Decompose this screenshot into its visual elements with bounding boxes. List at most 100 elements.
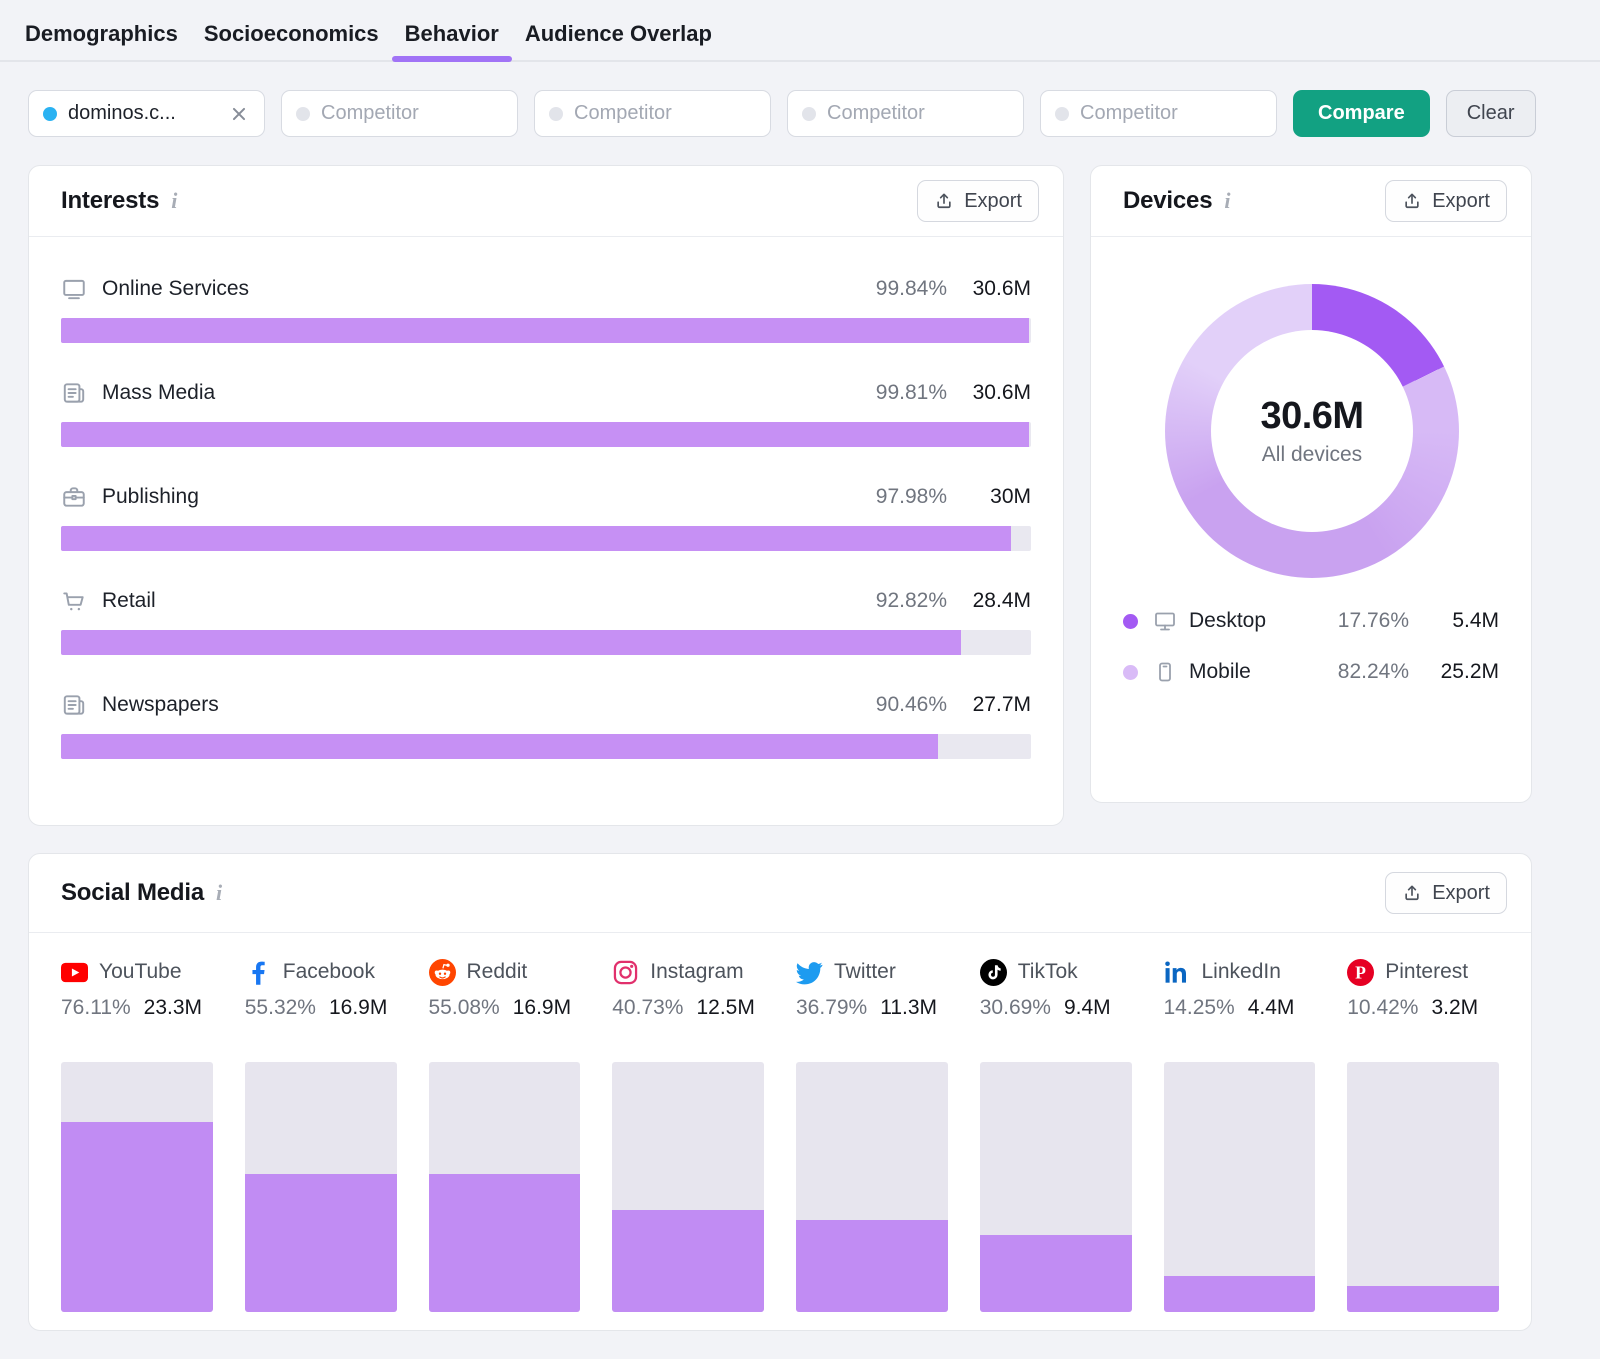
social-name: Twitter <box>834 960 896 983</box>
social-name: Reddit <box>466 960 528 983</box>
competitor-placeholder: Competitor <box>574 102 672 124</box>
interest-percent: 97.98% <box>875 485 947 508</box>
facebook-icon <box>245 959 272 986</box>
interest-label: Publishing <box>102 485 199 508</box>
competitor-dot <box>296 106 310 121</box>
social-name: Instagram <box>650 960 744 983</box>
social-bar <box>612 1062 764 1312</box>
social-column-linkedin: LinkedIn 14.25% 4.4M <box>1163 957 1316 1312</box>
social-value: 16.9M <box>328 996 388 1019</box>
tab-demographics[interactable]: Demographics <box>25 8 178 60</box>
devices-title: Devices <box>1123 187 1213 214</box>
interest-bar <box>61 734 1031 759</box>
devices-header: Devices i Export <box>1091 166 1531 237</box>
competitor-placeholder: Competitor <box>827 102 925 124</box>
compare-button[interactable]: Compare <box>1293 90 1430 137</box>
info-icon[interactable]: i <box>1224 188 1230 214</box>
social-column-facebook: Facebook 55.32% 16.9M <box>244 957 397 1312</box>
tab-audience-overlap[interactable]: Audience Overlap <box>525 8 712 60</box>
social-value: 23.3M <box>143 996 203 1019</box>
interest-label: Mass Media <box>102 381 216 404</box>
interest-row: Newspapers 90.46% 27.7M <box>61 691 1031 759</box>
social-name: Facebook <box>282 960 375 983</box>
social-bar <box>979 1062 1132 1312</box>
info-icon[interactable]: i <box>216 880 222 906</box>
social-value: 11.3M <box>880 996 938 1019</box>
main-domain-label: dominos.c... <box>68 102 176 124</box>
interest-percent: 99.84% <box>875 277 947 300</box>
social-name: Pinterest <box>1385 960 1469 983</box>
interest-row: Mass Media 99.81% 30.6M <box>61 379 1031 447</box>
competitor-chip-3[interactable]: Competitor <box>787 90 1024 137</box>
monitor-icon <box>61 276 87 302</box>
interest-bar <box>61 318 1031 343</box>
social-name: LinkedIn <box>1201 960 1281 983</box>
devices-legend: Desktop 17.76% 5.4M Mobile 82.24% 25.2M <box>1123 604 1499 706</box>
svg-text:P: P <box>1355 962 1366 982</box>
social-column-tiktok: TikTok 30.69% 9.4M <box>979 957 1132 1312</box>
social-media-card: Social Media i Export YouTube 76.11% 23.3M… <box>28 853 1532 1331</box>
social-percent: 36.79% <box>796 996 868 1019</box>
upload-icon <box>1402 191 1422 211</box>
tab-socioeconomics[interactable]: Socioeconomics <box>204 8 379 60</box>
export-button[interactable]: Export <box>1385 180 1507 222</box>
devices-card: Devices i Export 30.6M All devices Deskt… <box>1090 165 1532 803</box>
competitor-dot <box>549 106 563 121</box>
filter-bar: dominos.c... Competitor Competitor Competi… <box>28 90 1536 137</box>
pinterest-icon: P <box>1347 958 1375 986</box>
interest-label: Newspapers <box>102 693 219 716</box>
interest-percent: 92.82% <box>875 589 947 612</box>
interest-label: Retail <box>102 589 156 612</box>
interest-row: Publishing 97.98% 30M <box>61 483 1031 551</box>
legend-label: Desktop <box>1189 609 1267 632</box>
interests-list: Online Services 99.84% 30.6M Mass Media 99.8… <box>29 237 1063 759</box>
upload-icon <box>1402 883 1422 903</box>
info-icon[interactable]: i <box>171 188 177 214</box>
interests-header: Interests i Export <box>29 166 1063 237</box>
legend-label: Mobile <box>1189 660 1251 683</box>
youtube-icon <box>61 959 88 986</box>
interest-row: Online Services 99.84% 30.6M <box>61 275 1031 343</box>
export-button[interactable]: Export <box>1385 872 1507 914</box>
devices-donut-chart: 30.6M All devices <box>1165 284 1459 578</box>
tab-behavior[interactable]: Behavior <box>391 8 513 62</box>
interest-value: 30.6M <box>972 277 1031 300</box>
social-bar <box>796 1062 948 1312</box>
legend-dot <box>1123 664 1138 680</box>
competitor-chip-2[interactable]: Competitor <box>534 90 771 137</box>
social-percent: 55.08% <box>428 996 500 1019</box>
donut-total: 30.6M <box>1260 395 1364 437</box>
competitor-placeholder: Competitor <box>1080 102 1178 124</box>
competitor-dot <box>802 106 816 121</box>
social-percent: 14.25% <box>1163 996 1235 1019</box>
social-header: Social Media i Export <box>29 854 1531 933</box>
social-value: 4.4M <box>1247 996 1295 1019</box>
briefcase-icon <box>61 484 87 510</box>
social-name: YouTube <box>99 960 182 983</box>
reddit-icon <box>428 958 456 986</box>
social-bar <box>244 1062 397 1312</box>
interest-bar <box>61 630 1031 655</box>
interest-value: 30.6M <box>972 381 1031 404</box>
main-domain-chip[interactable]: dominos.c... <box>28 90 265 137</box>
legend-value: 5.4M <box>1452 609 1499 632</box>
interest-percent: 99.81% <box>875 381 947 404</box>
competitor-chip-1[interactable]: Competitor <box>281 90 518 137</box>
clear-button[interactable]: Clear <box>1445 90 1536 137</box>
legend-row-mobile: Mobile 82.24% 25.2M <box>1123 655 1499 689</box>
domain-dot <box>43 106 57 121</box>
social-value: 16.9M <box>512 996 572 1019</box>
export-button[interactable]: Export <box>917 180 1039 222</box>
newspaper-icon <box>61 692 87 718</box>
competitor-chip-4[interactable]: Competitor <box>1040 90 1277 137</box>
donut-center: 30.6M All devices <box>1211 330 1413 532</box>
interest-label: Online Services <box>102 277 250 300</box>
legend-value: 25.2M <box>1440 660 1499 683</box>
close-icon[interactable] <box>228 103 250 125</box>
newspaper-icon <box>61 380 87 406</box>
legend-row-desktop: Desktop 17.76% 5.4M <box>1123 604 1499 638</box>
interests-title: Interests <box>61 187 160 214</box>
legend-percent: 17.76% <box>1337 609 1409 632</box>
upload-icon <box>934 191 954 211</box>
interest-value: 27.7M <box>972 693 1031 716</box>
